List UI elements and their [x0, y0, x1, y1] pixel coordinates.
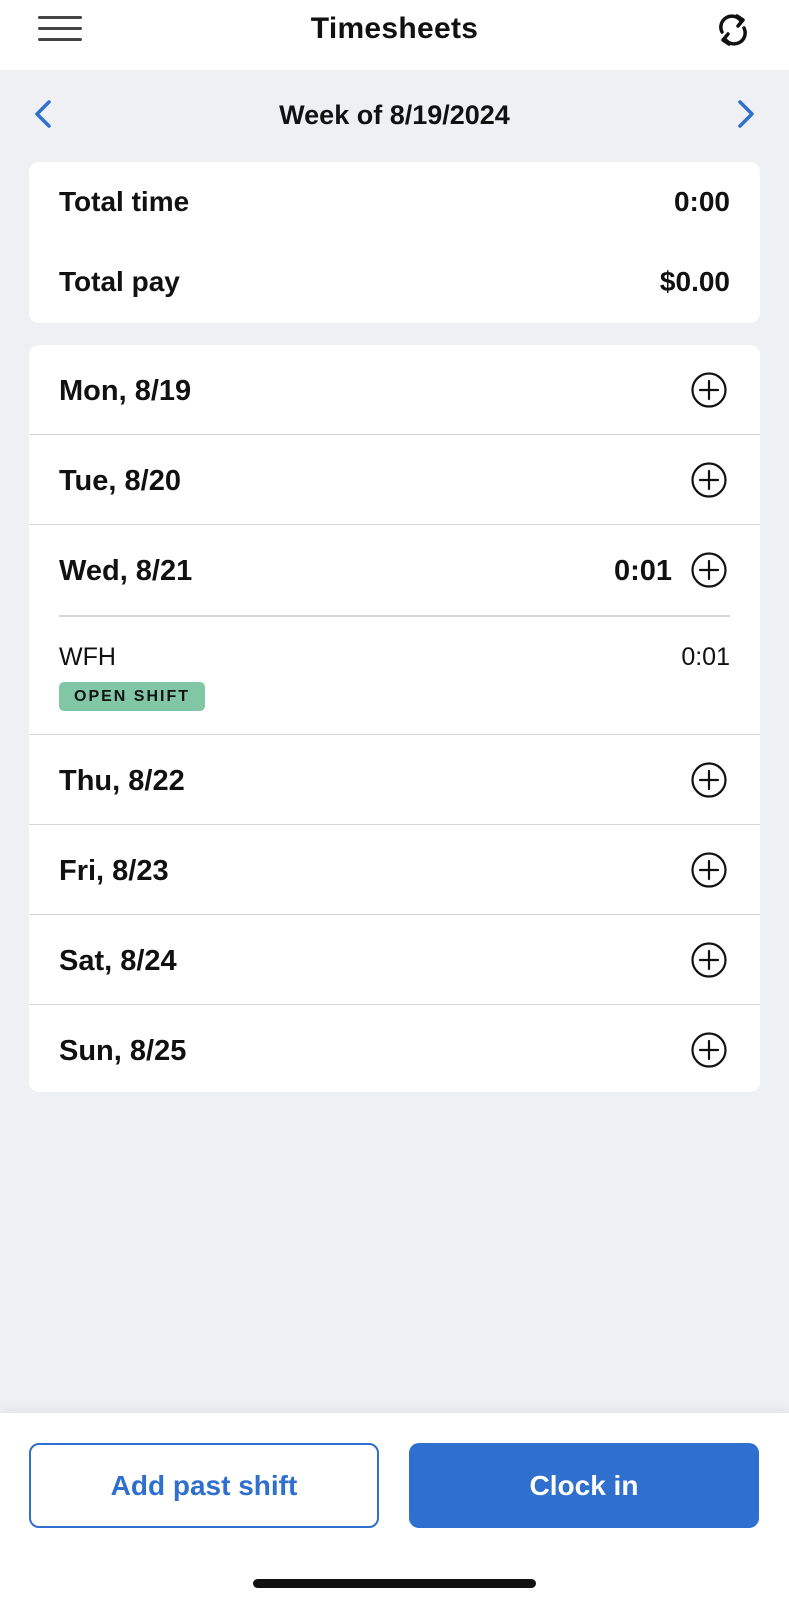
day-label: Wed, 8/21: [59, 555, 193, 587]
app-header: Timesheets: [0, 0, 789, 70]
day-label: Fri, 8/23: [59, 855, 169, 887]
day-row-mon[interactable]: Mon, 8/19: [29, 345, 760, 435]
total-pay-value: $0.00: [659, 266, 730, 297]
plus-circle-icon[interactable]: [690, 371, 728, 409]
status-badge: OPEN SHIFT: [59, 682, 206, 711]
plus-circle-icon[interactable]: [690, 551, 728, 589]
plus-circle-icon[interactable]: [690, 941, 728, 979]
home-indicator: [253, 1579, 536, 1588]
refresh-icon[interactable]: [713, 10, 753, 50]
shift-time: 0:01: [681, 643, 730, 671]
day-label: Thu, 8/22: [59, 765, 185, 797]
day-row-tue[interactable]: Tue, 8/20: [29, 435, 760, 525]
day-row-sat[interactable]: Sat, 8/24: [29, 915, 760, 1005]
add-past-shift-button[interactable]: Add past shift: [29, 1443, 379, 1528]
week-label: Week of 8/19/2024: [279, 100, 510, 130]
totals-card: Total time 0:00 Total pay $0.00: [29, 162, 760, 323]
day-label: Sat, 8/24: [59, 945, 177, 977]
day-row-thu[interactable]: Thu, 8/22: [29, 735, 760, 825]
page-title: Timesheets: [310, 12, 479, 45]
week-navigator: Week of 8/19/2024: [0, 70, 789, 160]
day-label: Tue, 8/20: [59, 465, 181, 497]
day-row-fri[interactable]: Fri, 8/23: [29, 825, 760, 915]
chevron-right-icon[interactable]: [727, 94, 763, 134]
day-label: Mon, 8/19: [59, 375, 192, 407]
divider: [59, 615, 730, 617]
plus-circle-icon[interactable]: [690, 1031, 728, 1069]
total-pay-label: Total pay: [59, 266, 180, 297]
clock-in-button[interactable]: Clock in: [409, 1443, 759, 1528]
total-time-value: 0:00: [673, 186, 730, 217]
plus-circle-icon[interactable]: [690, 761, 728, 799]
days-card: Mon, 8/19 Tue, 8/20 Wed, 8/21 0:01 WFH 0…: [29, 345, 760, 1092]
day-total: 0:01: [613, 555, 672, 587]
day-row-wed[interactable]: Wed, 8/21 0:01: [29, 525, 760, 615]
plus-circle-icon[interactable]: [690, 461, 728, 499]
day-label: Sun, 8/25: [59, 1035, 187, 1067]
shift-entry[interactable]: WFH 0:01 OPEN SHIFT: [29, 615, 760, 735]
day-row-sun[interactable]: Sun, 8/25: [29, 1005, 760, 1092]
total-time-label: Total time: [59, 186, 190, 217]
footer-bar: Add past shift Clock in: [0, 1413, 789, 1600]
shift-name: WFH: [59, 643, 116, 671]
plus-circle-icon[interactable]: [690, 851, 728, 889]
